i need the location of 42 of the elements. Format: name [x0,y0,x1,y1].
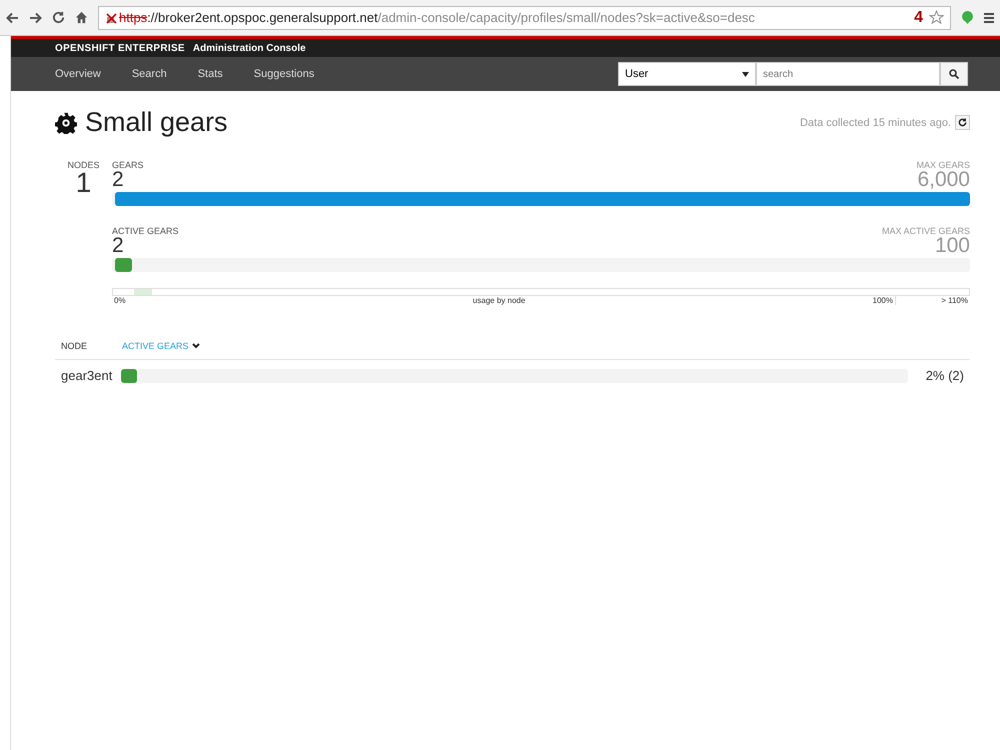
nav-link[interactable]: Overview [55,68,101,80]
menu-icon[interactable] [984,12,994,24]
search-field[interactable]: search [756,62,940,86]
search-type-select[interactable]: User [618,62,756,86]
page-title: Small gears [85,107,228,138]
axis-label: 100% [872,296,894,305]
address-bar[interactable]: https://broker2ent.opspoc.generalsupport.net/admin-console/capacity/profiles/small/nodes?sk=active&so=desc 4 [98,6,951,30]
usage-reading: 2% (2) [924,368,964,383]
sort-down-icon [192,343,200,349]
nodes-count: 1 [76,170,92,196]
collected-note: Data collected 15 minutes ago. [800,116,951,128]
brand-name: OPENSHIFT ENTERPRISE [55,42,185,54]
meter-max-label: MAX GEARS [916,160,970,170]
meter-label: GEARS [112,160,144,170]
meter-max-label: MAX ACTIVE GEARS [882,226,970,236]
meter-max-value: 100 [934,236,970,256]
axis-label: 0% [113,296,127,305]
meter-value: 2 [112,170,124,190]
nav-link[interactable]: Stats [198,68,223,80]
console-subtitle: Administration Console [192,42,306,54]
nodes-label: NODES [67,160,100,170]
nav-link[interactable]: Search [132,68,167,80]
node-name: gear3ent [61,368,114,383]
gear-icon [55,112,77,134]
meter-max-value: 6,000 [917,170,970,190]
axis-label: usage by node [472,296,526,305]
reload-icon[interactable] [52,11,65,24]
column-header[interactable]: NODE [61,341,122,351]
home-icon[interactable] [75,11,88,24]
refresh-button[interactable] [955,115,970,130]
search-button[interactable] [940,62,968,86]
axis-label: > 110% [895,296,970,305]
forward-icon[interactable] [29,12,42,24]
back-icon[interactable] [6,12,19,24]
extension-count: 4 [914,8,923,26]
meter-value: 2 [112,236,124,256]
caret-icon [742,72,749,76]
star-icon[interactable] [929,10,944,25]
nav-link[interactable]: Suggestions [254,68,314,80]
refresh-icon [958,118,967,127]
search-icon [949,69,959,79]
meter-label: ACTIVE GEARS [112,226,179,236]
